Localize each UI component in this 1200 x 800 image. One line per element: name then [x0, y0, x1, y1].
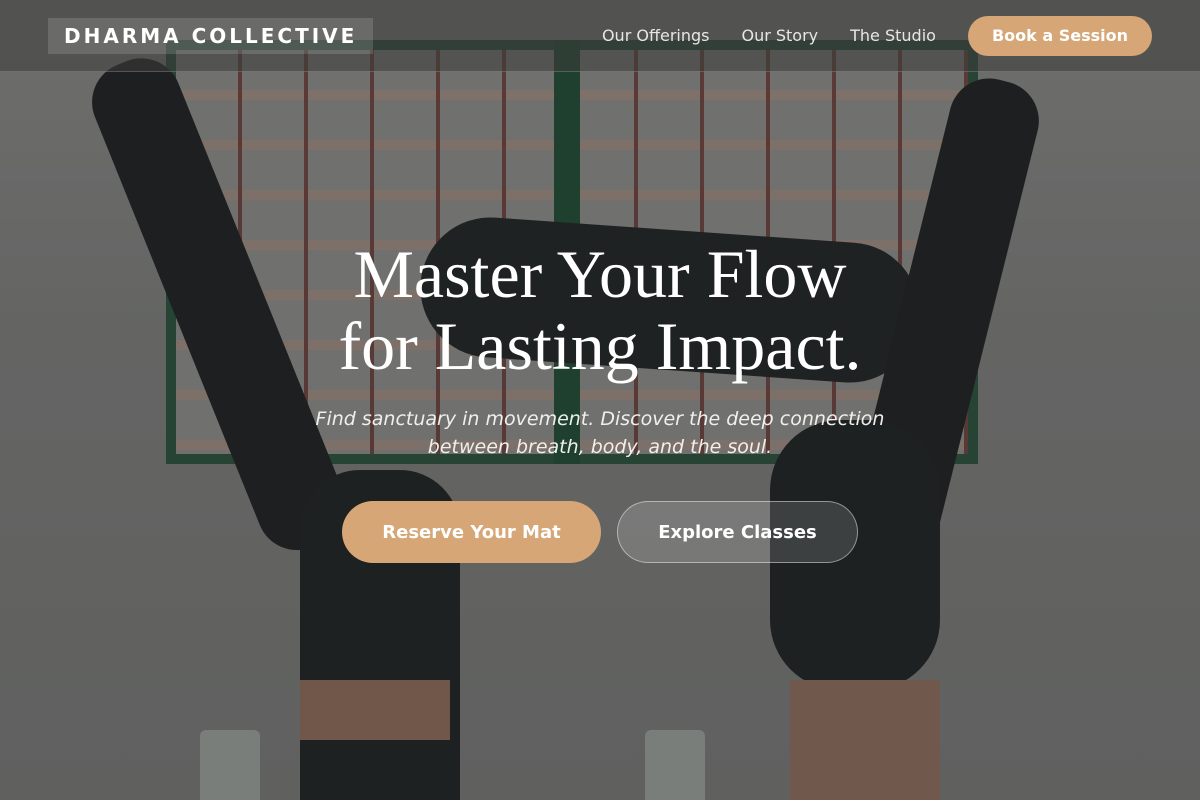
hero-title-line-2: for Lasting Impact. — [338, 308, 862, 384]
explore-classes-button[interactable]: Explore Classes — [617, 501, 858, 563]
reserve-mat-button[interactable]: Reserve Your Mat — [342, 501, 601, 563]
hero-actions: Reserve Your Mat Explore Classes — [0, 501, 1200, 563]
hero-section: Master Your Flow for Lasting Impact. Fin… — [0, 0, 1200, 800]
hero-subtitle: Find sanctuary in movement. Discover the… — [315, 408, 885, 458]
hero-title: Master Your Flow for Lasting Impact. — [0, 238, 1200, 382]
hero-title-line-1: Master Your Flow — [353, 236, 847, 312]
